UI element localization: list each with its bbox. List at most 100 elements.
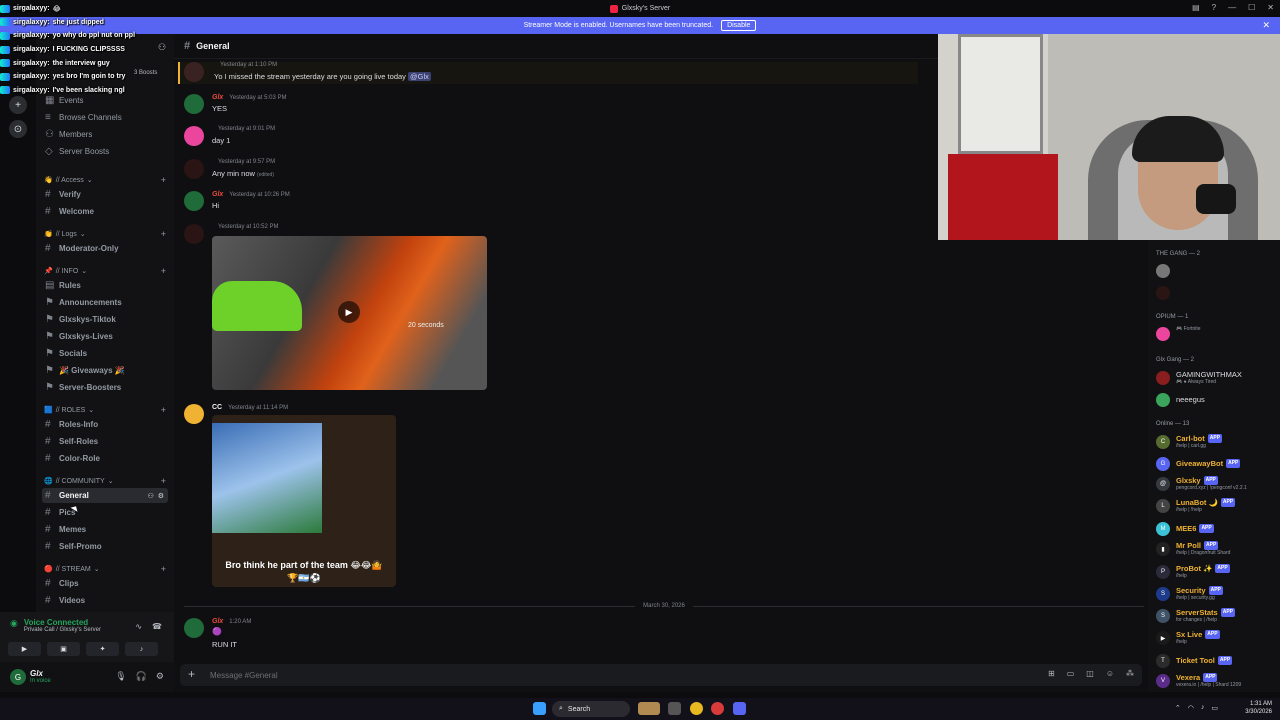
message-author[interactable]: CC: [212, 404, 222, 411]
member-item[interactable]: S Security APP/help | security.gg: [1156, 586, 1280, 604]
channel-videos[interactable]: # Videos: [42, 593, 168, 608]
widget-icon[interactable]: [638, 702, 660, 715]
message[interactable]: Glx Yesterday at 5:03 PM YES: [184, 94, 924, 118]
video-attachment[interactable]: Bro think he part of the team 😂😂🤷🏆🇦🇷⚽: [212, 415, 396, 587]
microphone-icon[interactable]: 🎙: [115, 671, 126, 682]
member-item[interactable]: V Vexera APP vexera.io | /help | Shard 1209: [1156, 673, 1280, 691]
soundboard-button[interactable]: ♪: [125, 642, 158, 656]
maximize-button[interactable]: ☐: [1248, 3, 1255, 12]
channel-giveaways[interactable]: ⚑ 🎉 Giveaways 🎉: [42, 363, 168, 378]
gift-icon[interactable]: ⊞: [1048, 669, 1055, 678]
close-icon[interactable]: ✕: [1262, 20, 1270, 31]
add-server-icon[interactable]: +: [9, 96, 27, 114]
emoji-icon[interactable]: ☺: [1106, 669, 1114, 678]
avatar[interactable]: [184, 224, 204, 244]
category-community[interactable]: 🌐 // COMMUNITY ⌄ +: [44, 476, 166, 486]
play-icon[interactable]: ▶: [338, 301, 360, 323]
video-attachment[interactable]: ▶ 20 seconds: [212, 236, 487, 390]
message[interactable]: Yesterday at 9:01 PM day 1: [184, 126, 924, 150]
message-author[interactable]: Glx: [212, 618, 223, 625]
task-view-icon[interactable]: [668, 702, 681, 715]
message[interactable]: CC Yesterday at 11:14 PM Bro think he par…: [184, 404, 924, 589]
member-item[interactable]: L LunaBot 🌙 APP/help | !help: [1156, 498, 1280, 516]
member-item[interactable]: T Ticket Tool APP: [1156, 653, 1280, 671]
avatar[interactable]: [184, 159, 204, 179]
category-roles[interactable]: 🟦 // ROLES ⌄ +: [44, 405, 166, 415]
inbox-icon[interactable]: ▤: [1192, 3, 1200, 12]
member-item[interactable]: GAMINGWITHMAX 🎮 ● Always Tired: [1156, 370, 1280, 388]
headphones-icon[interactable]: 🎧: [136, 671, 147, 682]
channel-pics[interactable]: # Pics: [42, 505, 168, 520]
message-input[interactable]: [210, 668, 810, 682]
category-logs[interactable]: 👏 // Logs ⌄ +: [44, 229, 166, 239]
windows-start-icon[interactable]: [533, 702, 546, 715]
volume-icon[interactable]: ♪: [1201, 704, 1205, 712]
gif-icon[interactable]: ▭: [1067, 669, 1075, 678]
browse-channels-item[interactable]: ≡ Browse Channels: [42, 110, 168, 125]
member-item[interactable]: M MEE6 APP: [1156, 521, 1280, 539]
add-channel-icon[interactable]: +: [161, 229, 166, 239]
help-icon[interactable]: ?: [1212, 3, 1216, 12]
category-info[interactable]: 📌 // INFO ⌄ +: [44, 266, 166, 276]
avatar[interactable]: [184, 191, 204, 211]
add-channel-icon[interactable]: +: [161, 266, 166, 276]
message-author[interactable]: Glx: [212, 94, 223, 101]
mention[interactable]: @Glx: [408, 72, 431, 81]
channel-welcome[interactable]: # Welcome: [42, 204, 168, 219]
member-item[interactable]: S ServerStats APP for changes | /help: [1156, 608, 1280, 626]
member-item[interactable]: ▮ Mr Poll APP/help | Dragonfruit Shard: [1156, 541, 1280, 559]
avatar[interactable]: [184, 126, 204, 146]
message-author[interactable]: Glx: [212, 191, 223, 198]
avatar[interactable]: G: [10, 669, 26, 685]
close-button[interactable]: ✕: [1267, 3, 1274, 12]
member-item[interactable]: [1156, 263, 1280, 281]
message[interactable]: Yesterday at 9:57 PM Any min now (edited…: [184, 159, 924, 183]
add-channel-icon[interactable]: +: [161, 175, 166, 185]
member-item[interactable]: [1156, 285, 1280, 303]
channel-socials[interactable]: ⚑ Socials: [42, 346, 168, 361]
sticker-icon[interactable]: ◫: [1086, 669, 1094, 678]
gear-icon[interactable]: ⚙: [158, 492, 164, 500]
category-stream[interactable]: 🔴 // STREAM ⌄ +: [44, 564, 166, 574]
disconnect-icon[interactable]: ☎: [152, 622, 162, 631]
category-access[interactable]: 👋 // Access ⌄ +: [44, 175, 166, 185]
camera-button[interactable]: ▶: [8, 642, 41, 656]
message[interactable]: Yesterday at 10:52 PM ▶ 20 seconds: [184, 224, 924, 394]
discord-icon[interactable]: [733, 702, 746, 715]
system-tray[interactable]: ⌃ ◠ ♪ ▭: [1175, 704, 1218, 712]
member-item[interactable]: P ProBot ✨ APP/help: [1156, 564, 1280, 582]
channel-verify[interactable]: # Verify: [42, 187, 168, 202]
member-item[interactable]: ▶ Sx Live APP/help: [1156, 630, 1280, 648]
screenshare-button[interactable]: ▣: [47, 642, 80, 656]
channel-self-roles[interactable]: # Self-Roles: [42, 434, 168, 449]
noise-suppression-icon[interactable]: ∿: [135, 622, 142, 631]
avatar[interactable]: [184, 618, 204, 638]
channel-glxskys-tiktok[interactable]: ⚑ Glxskys-Tiktok: [42, 312, 168, 327]
avatar[interactable]: [184, 62, 204, 82]
attach-icon[interactable]: +: [188, 667, 195, 681]
user-name[interactable]: Glx: [30, 669, 51, 678]
add-channel-icon[interactable]: +: [161, 405, 166, 415]
channel-rules[interactable]: ▤ Rules: [42, 278, 168, 293]
channel-memes[interactable]: # Memes: [42, 522, 168, 537]
channel-announcements[interactable]: ⚑ Announcements: [42, 295, 168, 310]
channel-color-role[interactable]: # Color-Role: [42, 451, 168, 466]
avatar[interactable]: [184, 94, 204, 114]
apps-icon[interactable]: ⁂: [1126, 669, 1134, 678]
voice-detail[interactable]: Private Call / Glxsky's Server: [24, 627, 101, 633]
message[interactable]: Glx 1:20 AM 🟣 RUN IT: [184, 618, 924, 649]
chevron-up-icon[interactable]: ⌃: [1175, 704, 1181, 712]
member-item[interactable]: 🎮 Fortnite: [1156, 326, 1280, 344]
member-item[interactable]: @ Glxsky APP pengcord.xyz | !pengconf v2.2.…: [1156, 476, 1280, 494]
message[interactable]: Yesterday at 1:10 PM Yo I missed the str…: [178, 62, 918, 84]
voice-status[interactable]: Voice Connected: [24, 618, 101, 627]
avatar[interactable]: [184, 404, 204, 424]
add-channel-icon[interactable]: +: [161, 564, 166, 574]
channel-roles-info[interactable]: # Roles-Info: [42, 417, 168, 432]
gear-icon[interactable]: ⚙: [156, 671, 164, 682]
channel-self-promo[interactable]: # Self-Promo: [42, 539, 168, 554]
invite-icon[interactable]: ⚇: [147, 492, 153, 500]
member-item[interactable]: neeegus: [1156, 392, 1280, 410]
battery-icon[interactable]: ▭: [1211, 704, 1218, 712]
member-item[interactable]: G GiveawayBot APP: [1156, 456, 1280, 474]
